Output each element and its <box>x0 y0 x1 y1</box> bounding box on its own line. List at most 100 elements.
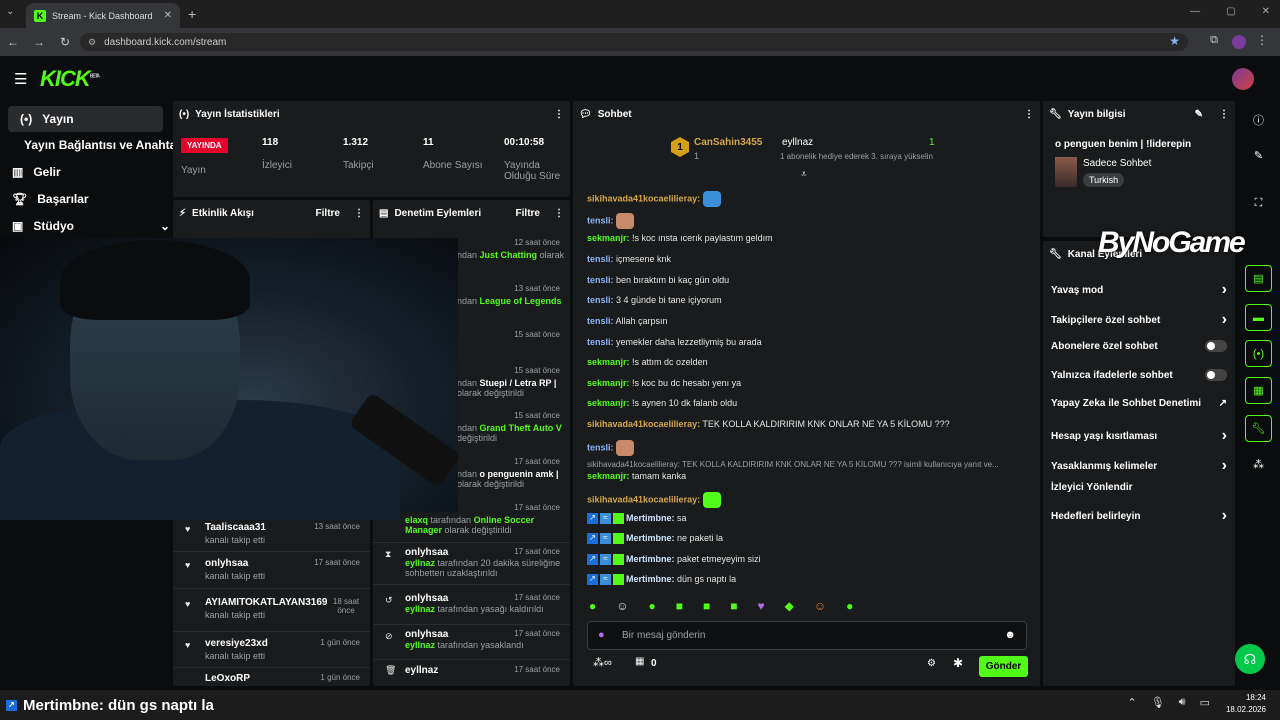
emote-icon[interactable]: ◆ <box>785 599 794 613</box>
more-options-icon[interactable]: ⋮ <box>554 109 564 120</box>
bookmark-star-icon[interactable]: ★ <box>1169 34 1180 48</box>
channel-action-item[interactable]: Yasaklanmış kelimeler › <box>1051 457 1227 475</box>
fullscreen-icon[interactable]: ⛶ <box>1245 190 1272 217</box>
pencil-icon[interactable]: ✎ <box>1245 142 1272 169</box>
chat-username[interactable]: Mertimbne: <box>626 574 675 584</box>
maximize-icon[interactable]: ▢ <box>1226 6 1235 17</box>
collapse-icon[interactable]: ⩡ <box>801 169 807 180</box>
close-window-icon[interactable]: ✕ <box>1262 6 1270 17</box>
channel-action-item[interactable]: Abonelere özel sohbet <box>1051 340 1227 352</box>
channel-action-item[interactable]: Takipçilere özel sohbet › <box>1051 311 1227 329</box>
user-avatar[interactable] <box>1232 68 1254 90</box>
url-field[interactable]: ⚙ dashboard.kick.com/stream <box>80 33 1188 51</box>
notes-icon[interactable]: ▤ <box>1245 265 1272 292</box>
mod-actor[interactable]: elaxq <box>405 515 428 525</box>
browser-tab[interactable]: K Stream - Kick Dashboard ✕ <box>26 3 180 28</box>
network-icon[interactable]: ▭ <box>1200 696 1210 709</box>
chat-username[interactable]: tensli: <box>587 337 614 347</box>
speaker-icon[interactable]: 🔊︎ <box>1179 696 1186 709</box>
settings-icon[interactable]: ⚙ <box>927 658 936 669</box>
chat-username[interactable]: Mertimbne: <box>626 533 675 543</box>
layout-icon[interactable]: ▦ <box>1245 377 1272 404</box>
clock[interactable]: 18:24 18.02.2026 <box>1226 692 1266 716</box>
back-icon[interactable]: ← <box>0 35 26 49</box>
sidebar-item-basarilar[interactable]: 🏆︎ Başarılar <box>0 188 89 210</box>
support-headset-icon[interactable]: ☊ <box>1235 644 1265 674</box>
minimize-icon[interactable]: — <box>1190 6 1200 17</box>
broadcast-icon[interactable]: (•) <box>1245 340 1272 367</box>
emote-icon[interactable]: ● <box>649 599 656 613</box>
emote-icon[interactable]: ☺ <box>814 599 826 613</box>
chat-username[interactable]: tensli: <box>587 316 614 326</box>
wrench-icon[interactable]: 🔧︎ <box>1245 415 1272 442</box>
more-options-icon[interactable]: ⋮ <box>1024 109 1034 120</box>
chat-username[interactable]: sikihavada41kocaelilieray: <box>587 193 700 203</box>
emote-icon[interactable]: ■ <box>703 599 710 613</box>
mic-icon[interactable]: 🎙︎ <box>1151 696 1165 709</box>
channel-action-item[interactable]: Yapay Zeka ile Sohbet Denetimi ↗ <box>1051 398 1227 409</box>
microphone-icon[interactable]: ● <box>598 629 605 641</box>
emoji-icon[interactable]: ☻ <box>1004 629 1016 641</box>
chat-username[interactable]: sekmanjr: <box>587 378 630 388</box>
emote-icon[interactable]: ● <box>589 599 596 613</box>
emote-icon[interactable]: ■ <box>676 599 683 613</box>
profile-icon[interactable] <box>1232 35 1246 49</box>
more-options-icon[interactable]: ⋮ <box>1219 109 1229 120</box>
close-tab-icon[interactable]: ✕ <box>164 10 172 21</box>
mod-actor[interactable]: eyllnaz <box>405 604 435 614</box>
apps-icon[interactable]: ⁂ <box>1245 451 1272 478</box>
chat-username[interactable]: tensli: <box>587 254 614 264</box>
browser-menu-icon[interactable]: ⋮ <box>1256 33 1268 47</box>
tab-search-icon[interactable]: ⌄ <box>6 6 14 17</box>
chat-username[interactable]: sekmanjr: <box>587 471 630 481</box>
emote-icon[interactable]: ♥ <box>758 599 765 613</box>
more-options-icon[interactable]: ⋮ <box>354 208 364 219</box>
edit-icon[interactable]: ✎ <box>1195 109 1203 120</box>
chat-username[interactable]: tensli: <box>587 295 614 305</box>
chat-username[interactable]: tensli: <box>587 215 614 225</box>
kick-logo[interactable]: KICKBETA <box>40 66 100 92</box>
toggle-switch[interactable] <box>1205 369 1227 381</box>
chat-username[interactable]: Mertimbne: <box>626 554 675 564</box>
category-name[interactable]: Sadece Sohbet <box>1083 158 1151 169</box>
channel-action-item[interactable]: Hedefleri belirleyin › <box>1051 507 1227 525</box>
chat-username[interactable]: sikihavada41kocaelilieray: <box>587 419 700 429</box>
puzzle-icon[interactable]: ✱ <box>953 656 963 670</box>
sidebar-item-gelir[interactable]: ▥ Gelir <box>0 161 61 183</box>
chat-username[interactable]: sikihavada41kocaelilieray: <box>587 494 700 504</box>
more-options-icon[interactable]: ⋮ <box>554 208 564 219</box>
sidebar-item-stream-key[interactable]: Yayın Bağlantısı ve Anahtarı <box>12 134 184 156</box>
chat-username[interactable]: sekmanjr: <box>587 357 630 367</box>
toggle-switch[interactable] <box>1205 340 1227 352</box>
channel-action-item[interactable]: Yalnızca ifadelerle sohbet <box>1051 369 1227 381</box>
send-button[interactable]: Gönder <box>979 656 1028 677</box>
emote-icon[interactable]: ● <box>846 599 853 613</box>
chevron-up-icon[interactable]: ⌃ <box>1127 696 1136 709</box>
sidebar-item-yayin[interactable]: (•) Yayın <box>8 106 163 132</box>
channel-action-item[interactable]: Yavaş mod › <box>1051 281 1227 299</box>
top-gifter-name[interactable]: CanSahin3455 <box>694 137 762 148</box>
chat-username[interactable]: tensli: <box>587 442 614 452</box>
chat-input[interactable]: ● Bir mesaj gönderin ☻ <box>587 621 1027 650</box>
filter-button[interactable]: Filtre <box>316 208 340 219</box>
mod-actor[interactable]: eyllnaz <box>405 558 435 568</box>
forward-icon[interactable]: → <box>26 35 52 49</box>
info-icon[interactable]: ⓘ <box>1245 106 1272 133</box>
hamburger-menu-icon[interactable]: ☰ <box>14 70 27 88</box>
chat-username[interactable]: sekmanjr: <box>587 233 630 243</box>
extensions-icon[interactable]: ⧉ <box>1210 34 1218 47</box>
streamer-name[interactable]: eyllnaz <box>782 137 813 148</box>
chat-username[interactable]: Mertimbne: <box>626 513 675 523</box>
channel-action-item[interactable]: Hesap yaşı kısıtlaması › <box>1051 427 1227 445</box>
emote-icon[interactable]: ☺ <box>616 599 628 613</box>
mod-actor[interactable]: eyllnaz <box>405 640 435 650</box>
channel-points-icon[interactable]: ⁂∞ <box>593 656 612 669</box>
treasure-icon[interactable]: ▦ <box>635 656 644 667</box>
chat-username[interactable]: sekmanjr: <box>587 398 630 408</box>
emote-icon[interactable]: ■ <box>730 599 737 613</box>
reload-icon[interactable]: ↻ <box>52 35 78 49</box>
filter-button[interactable]: Filtre <box>516 208 540 219</box>
sidebar-item-studyo[interactable]: ▣ Stüdyo ⌄ <box>0 215 170 237</box>
chat-username[interactable]: tensli: <box>587 275 614 285</box>
site-info-icon[interactable]: ⚙ <box>88 37 96 48</box>
